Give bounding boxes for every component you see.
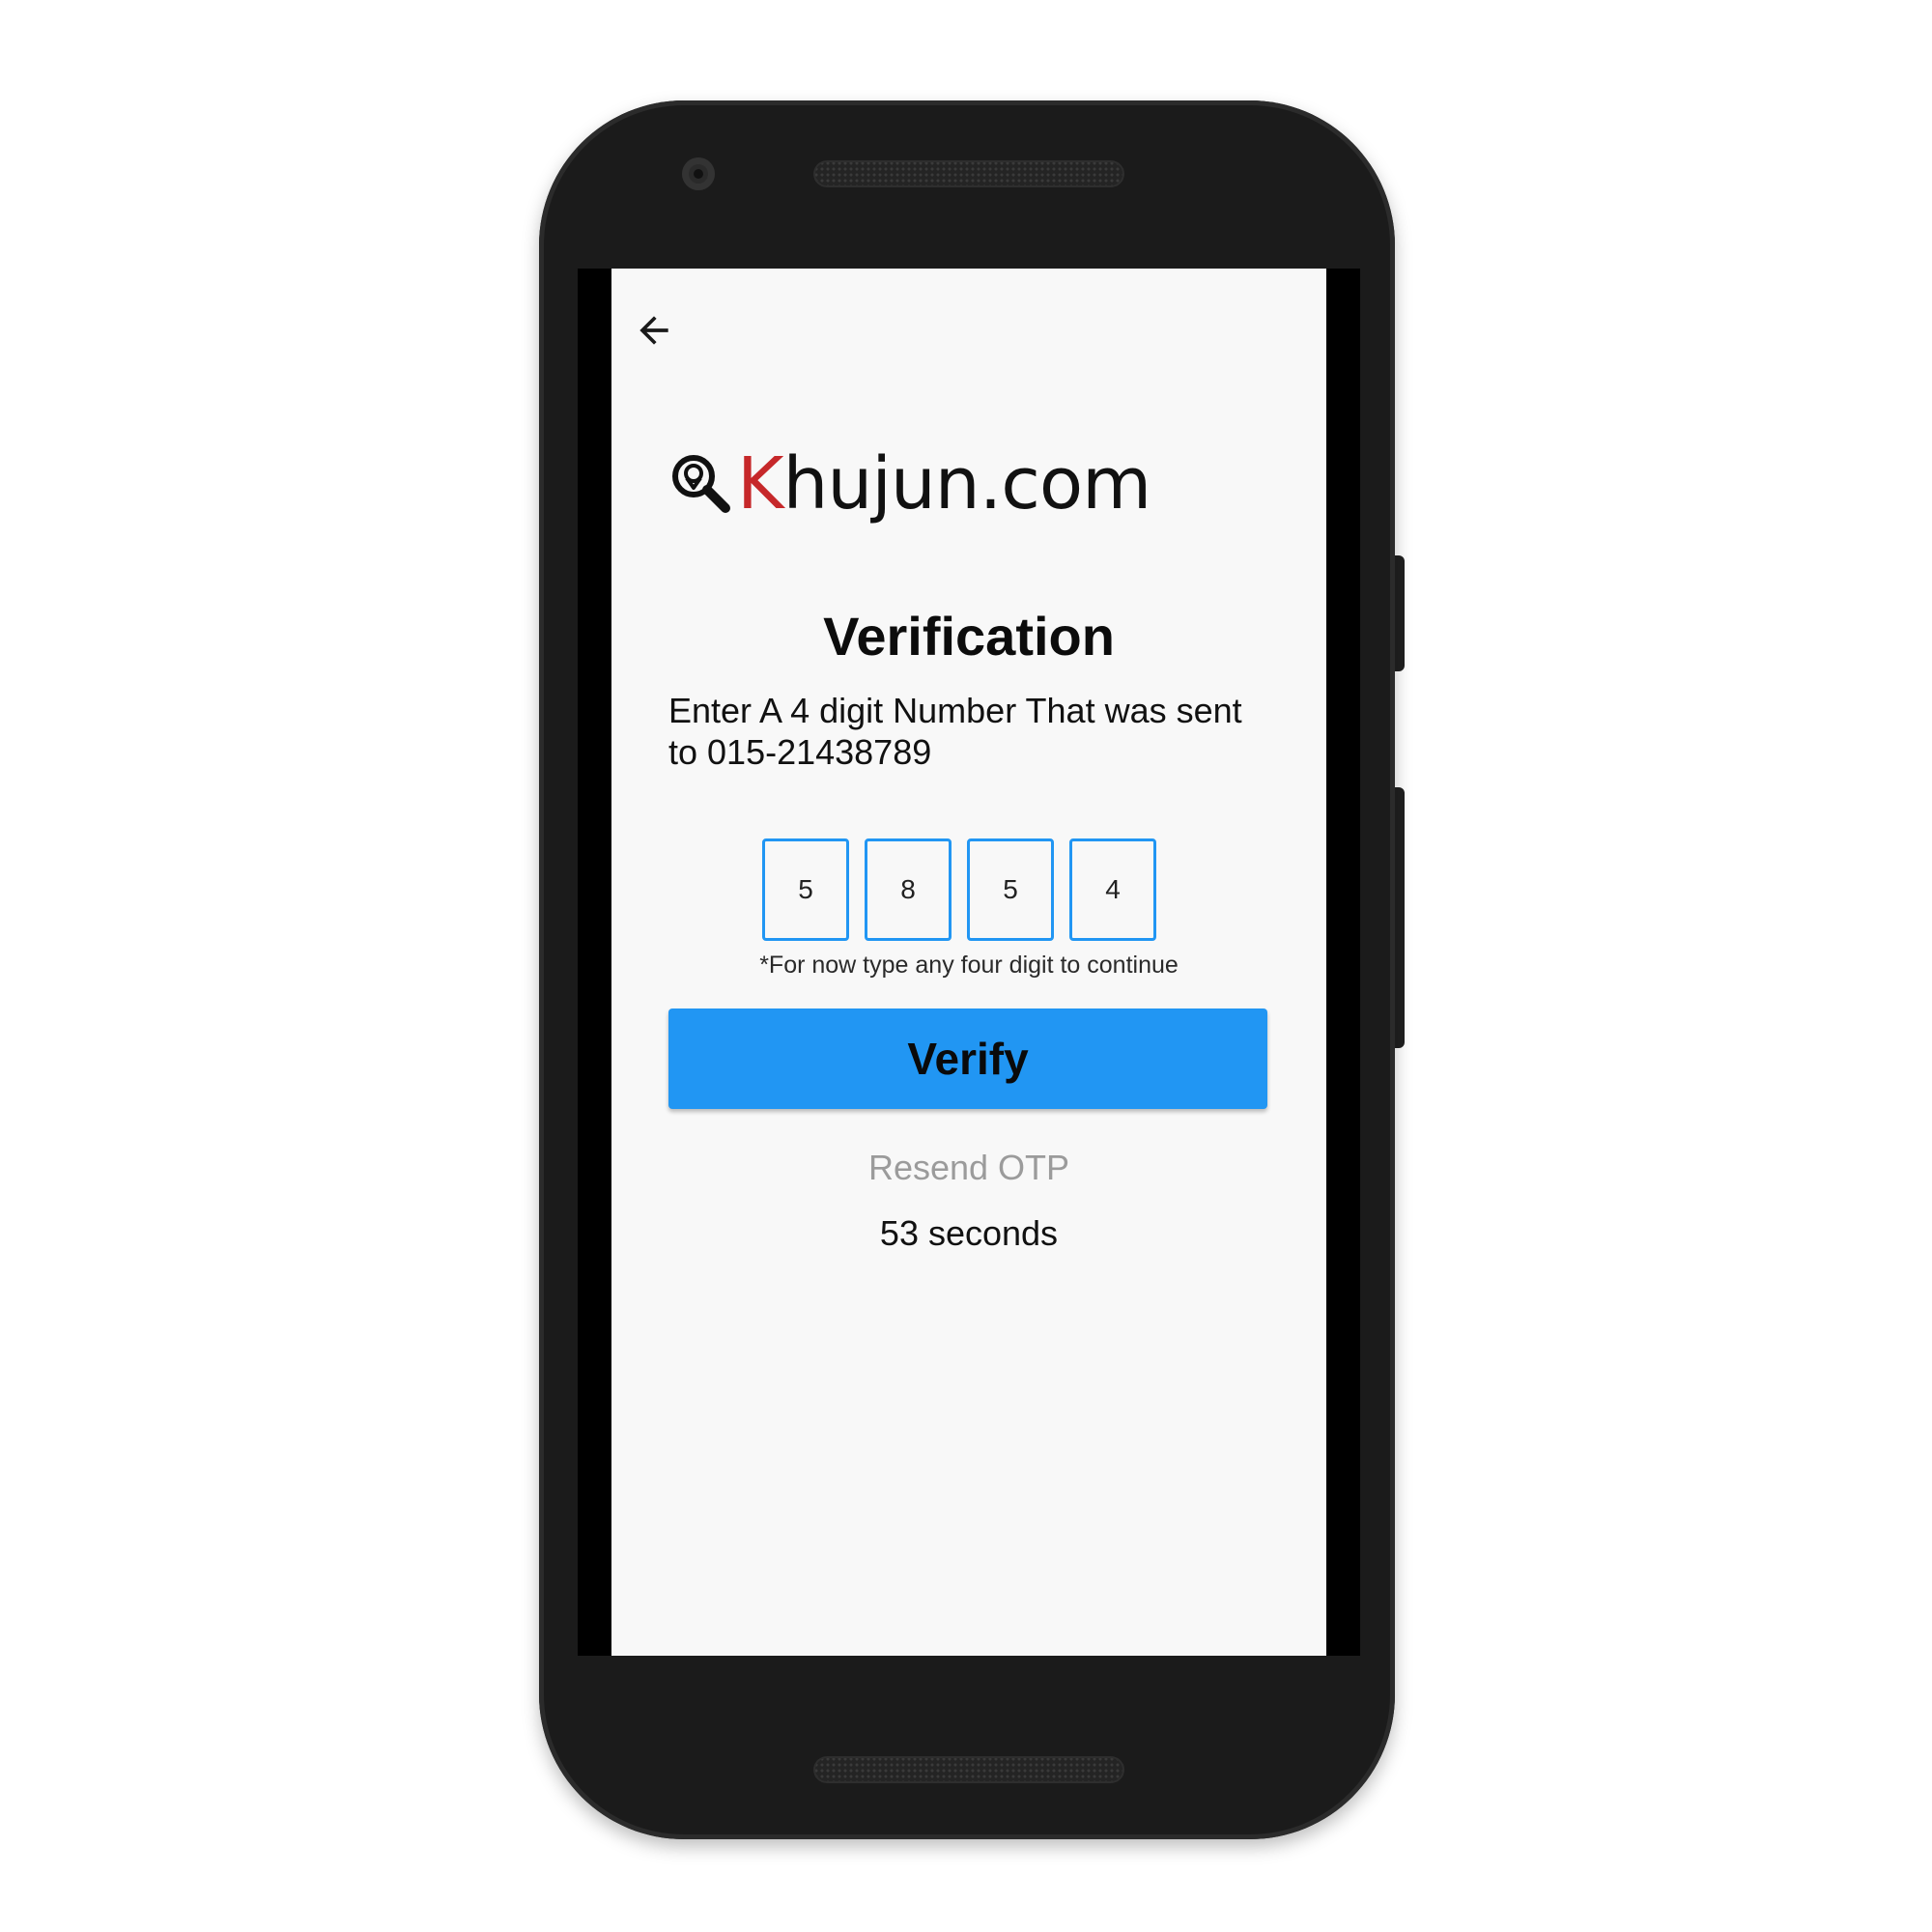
otp-digit-2[interactable]: 8 [865,838,952,941]
brand-name: Khujun.com [737,448,1151,520]
brand-name-rest: hujun.com [782,442,1152,526]
verify-button[interactable]: Verify [668,1009,1267,1109]
resend-countdown: 53 seconds [879,1213,1059,1253]
brand-logo: Khujun.com [668,440,1151,527]
back-button[interactable] [629,305,679,355]
page-title: Verification [823,606,1115,667]
otp-digit-1[interactable]: 5 [762,838,849,941]
front-camera [682,157,715,190]
bottom-speaker-grille [813,1756,1124,1783]
brand-name-initial: K [737,442,784,526]
device-mockup: Khujun.com Verification Enter A 4 digit … [0,0,1932,1932]
resend-otp-link[interactable]: Resend OTP [611,1148,1326,1188]
top-speaker-grille [813,160,1124,187]
search-pin-icon [672,455,730,513]
app-screen: Khujun.com Verification Enter A 4 digit … [611,269,1326,1656]
otp-digit-3[interactable]: 5 [967,838,1054,941]
instruction-text: Enter A 4 digit Number That was sent to … [668,691,1242,772]
otp-input-group: 5 8 5 4 [762,838,1156,941]
power-button [1395,555,1405,671]
otp-digit-4[interactable]: 4 [1069,838,1156,941]
otp-hint: *For now type any four digit to continue [759,952,1179,979]
arrow-left-icon [639,316,668,345]
volume-button [1395,787,1405,1048]
